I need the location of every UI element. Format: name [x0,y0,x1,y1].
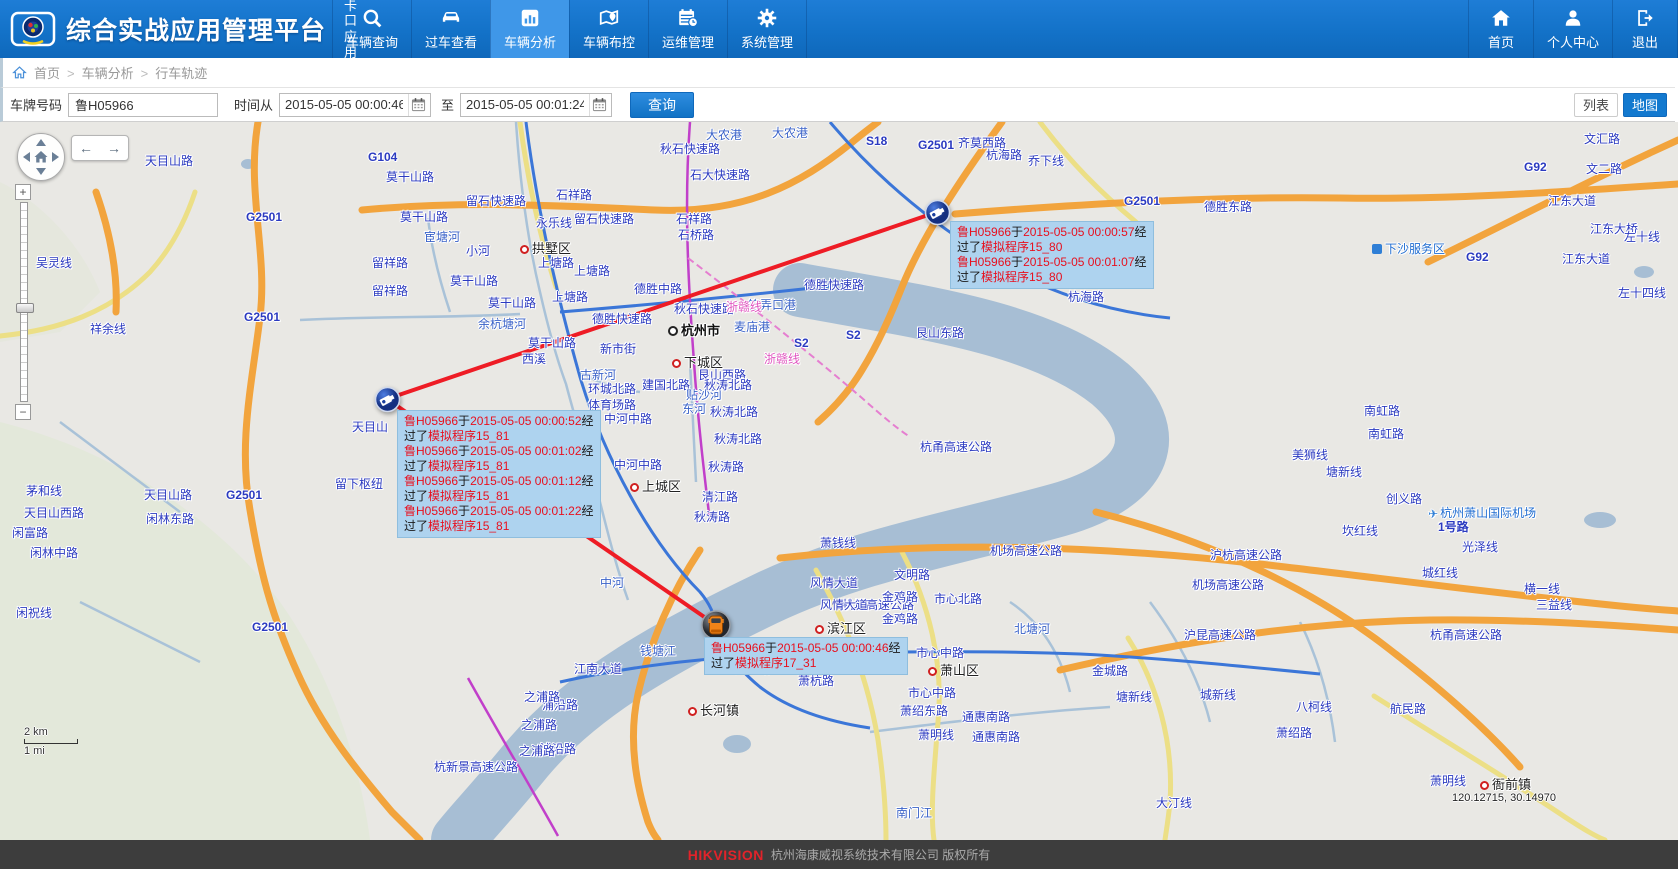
nav-过车查看[interactable]: 过车查看 [411,0,490,58]
app-logo-icon [10,10,56,48]
nav-label: 车辆分析 [504,32,556,51]
list-view-button[interactable]: 列表 [1574,93,1618,117]
nav-系统管理[interactable]: 系统管理 [727,0,807,58]
breadcrumb-item[interactable]: 行车轨迹 [155,66,207,81]
pan-right-icon[interactable] [52,152,59,162]
nav-label: 个人中心 [1547,32,1599,51]
cal-icon [677,7,699,29]
breadcrumb: 首页>车辆分析>行车轨迹 [0,58,1675,88]
time-from-label: 时间从 [234,95,273,114]
gear-icon [756,7,778,29]
plate-input[interactable] [68,93,218,117]
usernav-个人中心[interactable]: 个人中心 [1533,0,1612,58]
app-window: 综合实战应用管理平台 卡口应用 车辆查询过车查看车辆分析车辆布控运维管理系统管理… [0,0,1678,869]
nav-车辆查询[interactable]: 车辆查询 [332,0,411,58]
scale-km: 2 km [24,726,78,738]
car-icon [440,7,462,29]
calendar-icon[interactable] [589,94,611,116]
user-icon [1562,7,1584,29]
home-icon [1490,7,1512,29]
nav-label: 系统管理 [741,32,793,51]
pan-home-icon[interactable] [32,148,50,166]
main-nav: 车辆查询 过车查看 车辆分析 车辆布控 运维管理 系统管理 [332,0,1468,58]
top-header: 综合实战应用管理平台 卡口应用 车辆查询 过车查看 车辆分析 车辆布控 运维管理 系统管理… [0,0,1678,58]
cursor-coordinates: 120.12715, 30.14970 [1452,792,1556,804]
calendar-icon[interactable] [408,94,430,116]
nav-运维管理[interactable]: 运维管理 [648,0,727,58]
time-from-input[interactable] [280,95,408,115]
nav-label: 运维管理 [662,32,714,51]
search-icon [361,7,383,29]
footer: HIKVISION 杭州海康威视系统技术有限公司 版权所有 [0,840,1678,869]
pan-down-icon[interactable] [36,168,46,175]
back-arrow-icon[interactable]: ← [79,140,93,156]
nav-label: 车辆查询 [346,32,398,51]
query-button[interactable]: 查询 [630,92,694,118]
zoom-out-button[interactable]: − [15,404,31,420]
view-toggle: 列表 地图 [1574,93,1667,117]
nav-label: 退出 [1632,32,1658,51]
history-control: ← → [71,135,129,161]
app-title: 综合实战应用管理平台 [66,11,326,47]
time-from-field [279,93,431,117]
nav-车辆布控[interactable]: 车辆布控 [569,0,648,58]
nav-label: 过车查看 [425,32,477,51]
nav-label: 首页 [1488,32,1514,51]
map-canvas[interactable]: 天目山路G104莫干山路莫干山路留石快速路石祥路永乐线留石快速路石祥路石桥路石大… [0,122,1678,840]
pin-icon [598,7,620,29]
forward-arrow-icon[interactable]: → [107,140,121,156]
nav-车辆分析[interactable]: 车辆分析 [490,0,569,58]
time-to-field [460,93,612,117]
logout-icon [1634,7,1656,29]
copyright-text: 杭州海康威视系统技术有限公司 版权所有 [771,846,990,863]
breadcrumb-items: 首页>车辆分析>行车轨迹 [34,63,207,82]
pan-control[interactable] [17,133,65,181]
scale-bar: 2 km 1 mi [24,726,78,757]
breadcrumb-home-icon[interactable] [12,65,27,80]
plate-label: 车牌号码 [10,95,62,114]
to-label: 至 [441,95,454,114]
usernav-退出[interactable]: 退出 [1612,0,1678,58]
pan-up-icon[interactable] [36,139,46,146]
breadcrumb-item[interactable]: 车辆分析 [82,66,134,81]
zoom-in-button[interactable]: + [15,184,31,200]
zoom-knob[interactable] [16,303,34,313]
query-toolbar: 车牌号码 时间从 至 查询 列表 地图 [0,88,1675,122]
time-to-input[interactable] [461,95,589,115]
scale-mi: 1 mi [24,745,78,757]
pan-left-icon[interactable] [23,152,30,162]
breadcrumb-item[interactable]: 首页 [34,66,60,81]
nav-label: 车辆布控 [583,32,635,51]
user-nav: 首页 个人中心 退出 [1468,0,1678,58]
map-view-button[interactable]: 地图 [1623,93,1667,117]
app-logo: 综合实战应用管理平台 卡口应用 [0,0,332,58]
usernav-首页[interactable]: 首页 [1468,0,1533,58]
map-controls: ← → + − 2 km 1 mi 120.12715, 30.14970 [0,122,1678,840]
zoom-slider: + − [15,184,33,420]
chart-icon [519,7,541,29]
zoom-track[interactable] [20,202,28,402]
scale-line [24,739,78,744]
hikvision-logo: HIKVISION [688,847,764,863]
